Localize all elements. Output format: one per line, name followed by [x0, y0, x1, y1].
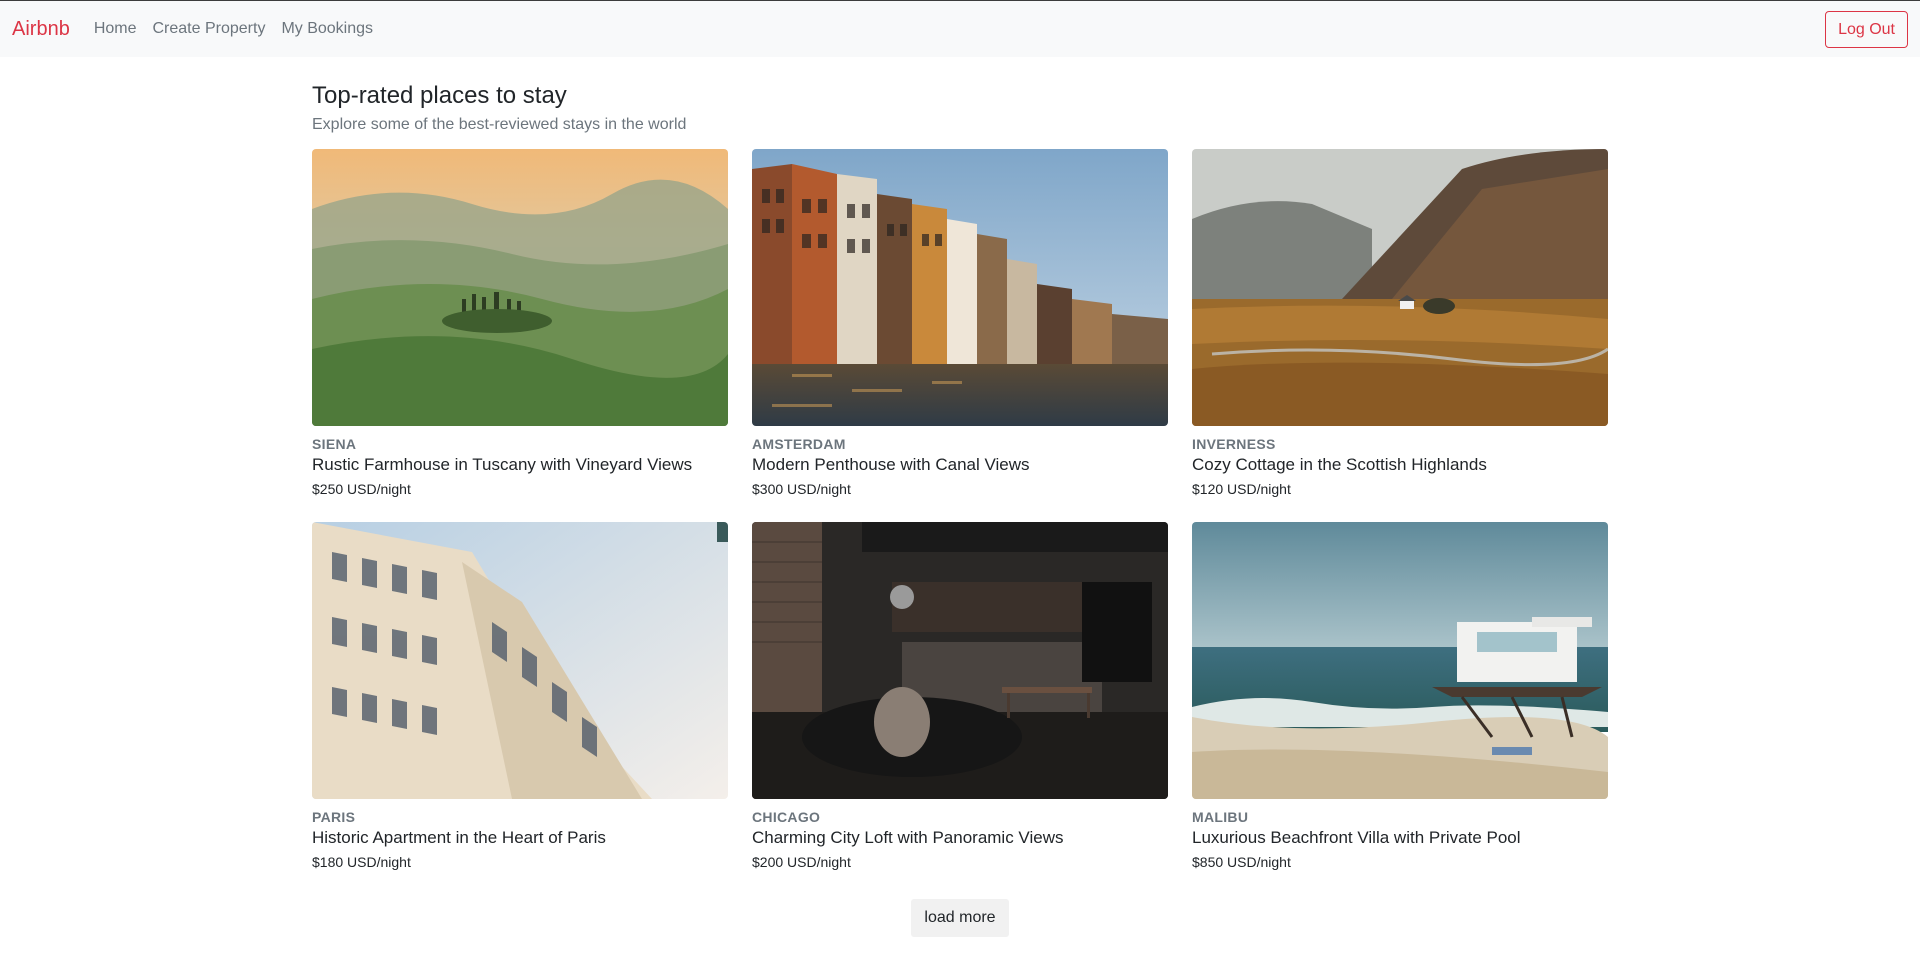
listing-card-siena[interactable]: SIENA Rustic Farmhouse in Tuscany with V… [312, 149, 728, 497]
listing-card-paris[interactable]: PARIS Historic Apartment in the Heart of… [312, 522, 728, 870]
brand-logo-link[interactable]: Airbnb [12, 18, 70, 41]
nav-link-home[interactable]: Home [94, 20, 137, 38]
page-title: Top-rated places to stay [312, 82, 567, 109]
listing-image-paris-facade[interactable] [312, 522, 728, 799]
listing-price: $850 USD/night [1192, 854, 1291, 870]
listing-image-city-loft[interactable] [752, 522, 1168, 799]
listing-title[interactable]: Luxurious Beachfront Villa with Private … [1192, 828, 1608, 848]
load-more-button[interactable]: load more [911, 899, 1009, 937]
page-subtitle: Explore some of the best-reviewed stays … [312, 116, 687, 133]
listing-city: AMSTERDAM [752, 436, 846, 452]
listing-title[interactable]: Cozy Cottage in the Scottish Highlands [1192, 455, 1608, 475]
nav-link-my-bookings[interactable]: My Bookings [281, 20, 373, 38]
listing-title[interactable]: Modern Penthouse with Canal Views [752, 455, 1168, 475]
listing-city: SIENA [312, 436, 357, 452]
listing-image-beachfront-villa[interactable] [1192, 522, 1608, 799]
listing-card-chicago[interactable]: CHICAGO Charming City Loft with Panorami… [752, 522, 1168, 870]
listing-image-tuscany-hills[interactable] [312, 149, 728, 426]
listing-grid: SIENA Rustic Farmhouse in Tuscany with V… [312, 149, 1608, 870]
listing-price: $200 USD/night [752, 854, 851, 870]
listing-card-malibu[interactable]: MALIBU Luxurious Beachfront Villa with P… [1192, 522, 1608, 870]
top-navbar: Airbnb Home Create Property My Bookings … [0, 0, 1920, 57]
listing-city: INVERNESS [1192, 436, 1276, 452]
listing-image-highlands[interactable] [1192, 149, 1608, 426]
listing-title[interactable]: Charming City Loft with Panoramic Views [752, 828, 1168, 848]
listing-city: CHICAGO [752, 809, 821, 825]
listing-price: $120 USD/night [1192, 481, 1291, 497]
listing-price: $300 USD/night [752, 481, 851, 497]
listing-title[interactable]: Historic Apartment in the Heart of Paris [312, 828, 728, 848]
listing-price: $180 USD/night [312, 854, 411, 870]
logout-button[interactable]: Log Out [1825, 11, 1908, 48]
listing-card-inverness[interactable]: INVERNESS Cozy Cottage in the Scottish H… [1192, 149, 1608, 497]
listing-card-amsterdam[interactable]: AMSTERDAM Modern Penthouse with Canal Vi… [752, 149, 1168, 497]
listing-city: PARIS [312, 809, 356, 825]
listing-title[interactable]: Rustic Farmhouse in Tuscany with Vineyar… [312, 455, 728, 475]
main-content: Top-rated places to stay Explore some of… [312, 57, 1608, 870]
listing-price: $250 USD/night [312, 481, 411, 497]
listing-image-amsterdam-canal[interactable] [752, 149, 1168, 426]
nav-link-create-property[interactable]: Create Property [153, 20, 266, 38]
listing-city: MALIBU [1192, 809, 1249, 825]
